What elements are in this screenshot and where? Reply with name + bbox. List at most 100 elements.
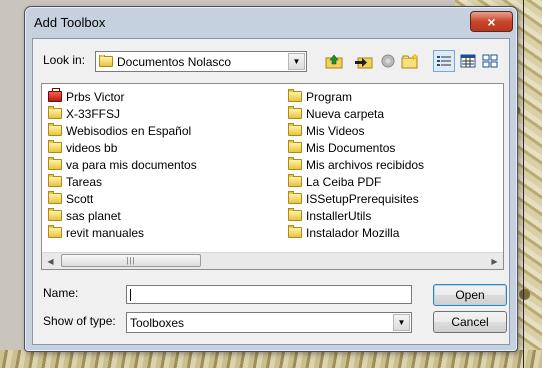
disconnect-folder-button[interactable] xyxy=(377,50,399,72)
list-item-label: videos bb xyxy=(66,140,118,155)
list-item-label: X-33FFSJ xyxy=(66,106,121,121)
folder-icon xyxy=(48,123,62,136)
folder-icon xyxy=(48,157,62,170)
list-item[interactable]: Tareas xyxy=(48,173,197,190)
list-item[interactable]: videos bb xyxy=(48,139,197,156)
folder-icon xyxy=(288,123,302,136)
chevron-down-icon[interactable]: ▼ xyxy=(288,53,305,70)
title-bar[interactable]: Add Toolbox × xyxy=(25,7,517,38)
name-input[interactable] xyxy=(127,286,411,303)
show-of-type-value: Toolboxes xyxy=(130,315,185,330)
chevron-right-icon: ▶ xyxy=(491,256,498,266)
details-view-button[interactable] xyxy=(457,50,479,72)
look-in-label: Look in: xyxy=(43,53,86,67)
close-button[interactable]: × xyxy=(470,11,513,32)
list-item-label: sas planet xyxy=(66,208,121,223)
connect-folder-icon xyxy=(355,57,373,69)
list-item-label: Nueva carpeta xyxy=(306,106,385,121)
look-in-value: Documentos Nolasco xyxy=(117,54,232,69)
show-of-type-label: Show of type: xyxy=(43,314,116,328)
folder-icon xyxy=(288,106,302,119)
chevron-left-icon: ◀ xyxy=(47,256,54,266)
list-item-label: Tareas xyxy=(66,174,103,189)
folder-icon xyxy=(288,174,302,187)
name-field[interactable] xyxy=(126,285,412,304)
folder-icon xyxy=(288,191,302,204)
list-item[interactable]: Nueva carpeta xyxy=(288,105,424,122)
cancel-button[interactable]: Cancel xyxy=(433,311,507,333)
background-divider xyxy=(523,0,524,368)
list-item[interactable]: sas planet xyxy=(48,207,197,224)
folder-icon xyxy=(288,89,302,102)
list-view-button[interactable] xyxy=(433,50,455,72)
scrollbar-track[interactable]: ||| xyxy=(59,253,486,269)
list-item[interactable]: Instalador Mozilla xyxy=(288,224,424,241)
list-item[interactable]: Prbs Victor xyxy=(48,88,197,105)
list-item[interactable]: ISSetupPrerequisites xyxy=(288,190,424,207)
new-folder-icon xyxy=(401,53,419,69)
dialog-title: Add Toolbox xyxy=(34,15,106,30)
horizontal-scrollbar[interactable]: ◀ ||| ▶ xyxy=(42,252,503,269)
chevron-down-icon[interactable]: ▼ xyxy=(393,314,410,331)
thumbnails-view-button[interactable] xyxy=(479,50,501,72)
list-item[interactable]: Mis archivos recibidos xyxy=(288,156,424,173)
list-item-label: ISSetupPrerequisites xyxy=(306,191,419,206)
connect-folder-button[interactable] xyxy=(353,50,375,72)
new-folder-button[interactable] xyxy=(399,50,421,72)
thumbnails-view-icon xyxy=(482,54,498,68)
open-button-label: Open xyxy=(455,288,485,302)
list-item[interactable]: X-33FFSJ xyxy=(48,105,197,122)
list-item-label: Prbs Victor xyxy=(66,89,125,104)
cancel-button-label: Cancel xyxy=(451,315,489,329)
list-item[interactable]: Program xyxy=(288,88,424,105)
folder-icon xyxy=(288,208,302,221)
folder-icon xyxy=(288,140,302,153)
up-folder-icon xyxy=(325,54,343,69)
dialog-body: Look in: Documentos Nolasco ▼ Prbs Victo… xyxy=(32,38,510,345)
file-list[interactable]: Prbs Victor X-33FFSJ Webisodios en Españ… xyxy=(41,83,504,270)
list-item[interactable]: La Ceiba PDF xyxy=(288,173,424,190)
list-item[interactable]: revit manuales xyxy=(48,224,197,241)
list-item[interactable]: Mis Videos xyxy=(288,122,424,139)
file-list-column-left: Prbs Victor X-33FFSJ Webisodios en Españ… xyxy=(48,88,197,241)
list-item-label: InstallerUtils xyxy=(306,208,372,223)
list-item-label: La Ceiba PDF xyxy=(306,174,382,189)
details-view-icon xyxy=(460,54,476,68)
list-item-label: Scott xyxy=(66,191,94,206)
look-in-dropdown[interactable]: Documentos Nolasco ▼ xyxy=(95,51,307,72)
scroll-right-button[interactable]: ▶ xyxy=(486,253,503,269)
list-item-label: Mis Videos xyxy=(306,123,365,138)
up-one-level-button[interactable] xyxy=(323,50,345,72)
list-item[interactable]: InstallerUtils xyxy=(288,207,424,224)
list-item-label: Mis Documentos xyxy=(306,140,396,155)
list-item[interactable]: Scott xyxy=(48,190,197,207)
list-item-label: Mis archivos recibidos xyxy=(306,157,425,172)
add-toolbox-dialog: Add Toolbox × Look in: Documentos Nolasc… xyxy=(24,6,518,352)
close-icon: × xyxy=(487,13,496,30)
show-of-type-dropdown[interactable]: Toolboxes ▼ xyxy=(126,312,412,333)
list-view-icon xyxy=(437,56,451,66)
list-item[interactable]: Webisodios en Español xyxy=(48,122,197,139)
list-item-label: va para mis documentos xyxy=(66,157,197,172)
scrollbar-thumb[interactable]: ||| xyxy=(61,254,201,267)
list-item[interactable]: va para mis documentos xyxy=(48,156,197,173)
folder-icon xyxy=(48,174,62,187)
list-item-label: Program xyxy=(306,89,353,104)
folder-icon xyxy=(48,106,62,119)
folder-icon xyxy=(48,225,62,238)
scroll-left-button[interactable]: ◀ xyxy=(42,253,59,269)
disconnect-icon xyxy=(381,54,395,68)
list-item-label: Instalador Mozilla xyxy=(306,225,400,240)
list-item[interactable]: Mis Documentos xyxy=(288,139,424,156)
toolbox-icon xyxy=(48,88,62,102)
folder-icon xyxy=(48,191,62,204)
open-button[interactable]: Open xyxy=(433,284,507,306)
file-list-column-right: Program Nueva carpeta Mis Videos Mis Doc… xyxy=(288,88,424,241)
name-label: Name: xyxy=(43,286,79,300)
text-caret xyxy=(130,289,131,301)
folder-icon xyxy=(99,54,113,67)
list-item-label: Webisodios en Español xyxy=(66,123,192,138)
folder-icon xyxy=(288,225,302,238)
folder-icon xyxy=(48,140,62,153)
folder-icon xyxy=(288,157,302,170)
